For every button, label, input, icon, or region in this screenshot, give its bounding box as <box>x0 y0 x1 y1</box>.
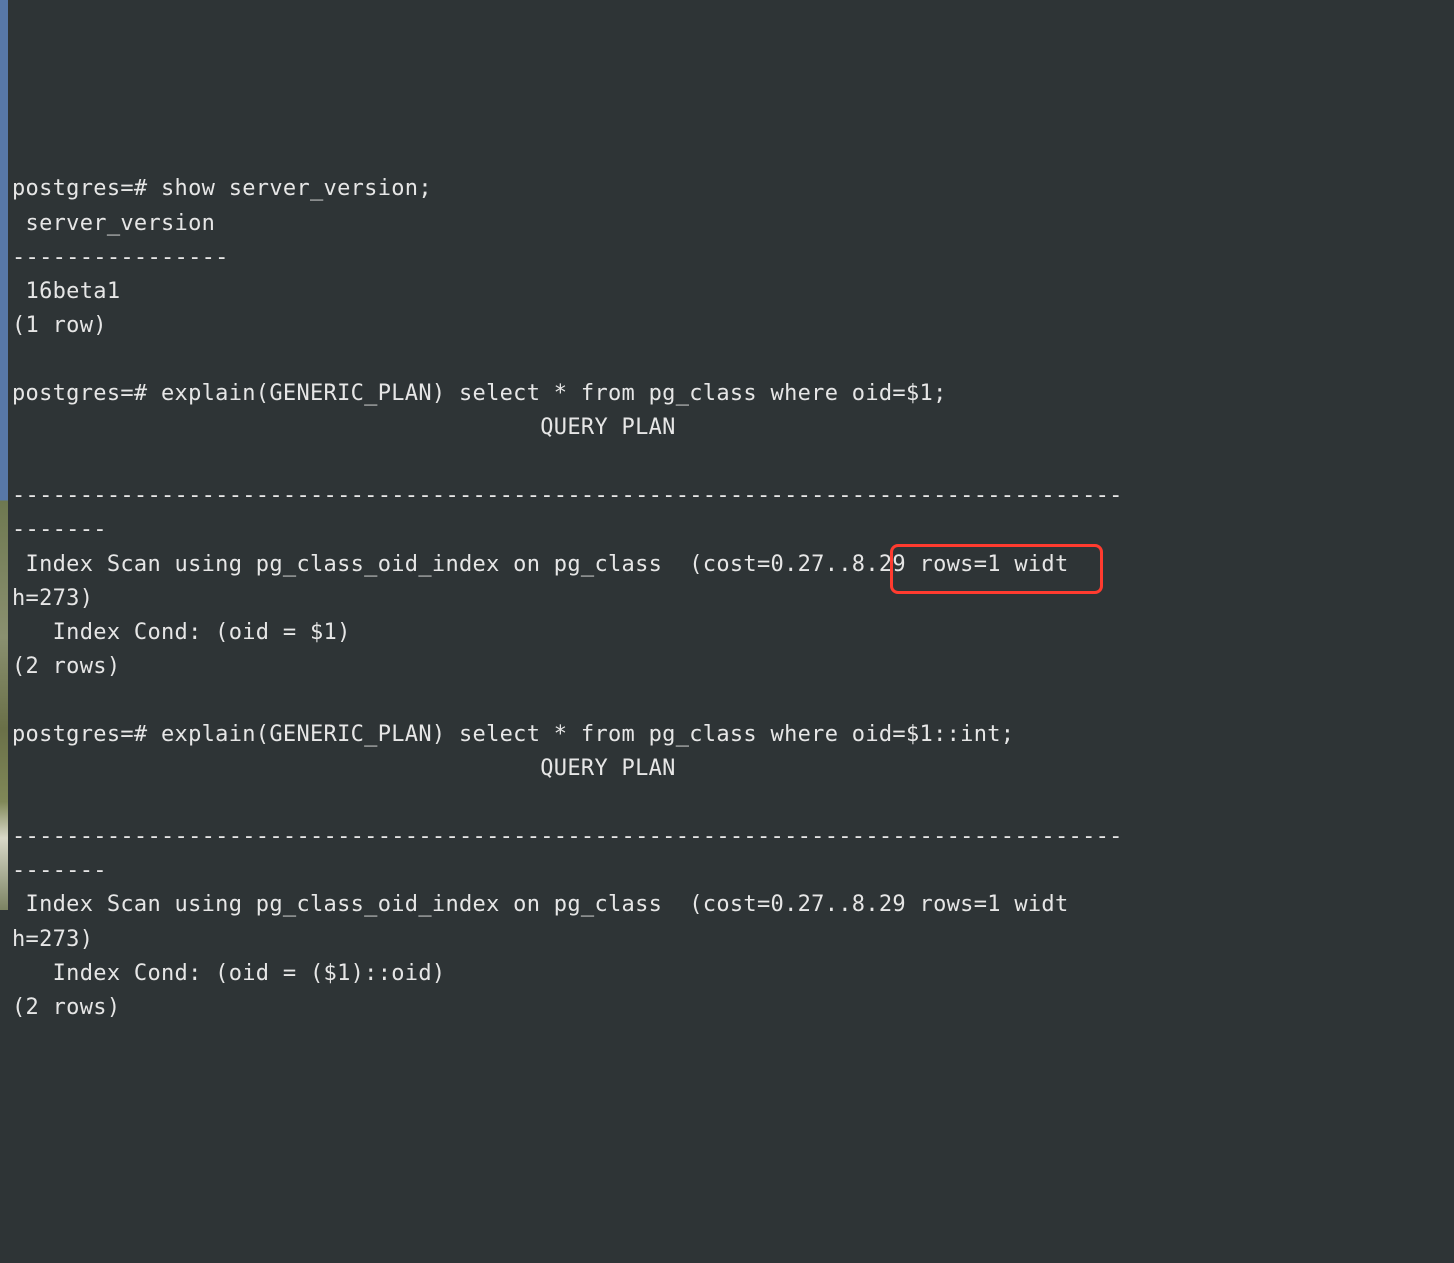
terminal-line: server_version <box>12 211 215 236</box>
terminal-line: ----------------------------------------… <box>12 824 1123 849</box>
terminal-line: 16beta1 <box>12 279 120 304</box>
terminal-line: ----------------------------------------… <box>12 483 1123 508</box>
terminal-line: h=273) <box>12 586 93 611</box>
terminal-line: ---------------- <box>12 245 229 270</box>
terminal-line: Index Cond: (oid = $1) <box>12 620 351 645</box>
terminal-line: postgres=# explain(GENERIC_PLAN) select … <box>12 722 1014 747</box>
terminal-line: postgres=# show server_version; <box>12 176 432 201</box>
terminal-line: h=273) <box>12 927 93 952</box>
terminal-line: Index Cond: (oid = ($1)::oid) <box>12 961 445 986</box>
terminal-output[interactable]: postgres=# show server_version; server_v… <box>12 138 1454 1024</box>
terminal-line: (2 rows) <box>12 995 120 1020</box>
terminal-line: Index Scan using pg_class_oid_index on p… <box>12 552 1069 577</box>
terminal-line: (1 row) <box>12 313 107 338</box>
terminal-line: ------- <box>12 858 107 883</box>
terminal-line: QUERY PLAN <box>12 415 676 440</box>
terminal-line: Index Scan using pg_class_oid_index on p… <box>12 892 1069 917</box>
terminal-line: ------- <box>12 517 107 542</box>
terminal-line: postgres=# explain(GENERIC_PLAN) select … <box>12 381 947 406</box>
terminal-line: (2 rows) <box>12 654 120 679</box>
terminal-line: QUERY PLAN <box>12 756 676 781</box>
